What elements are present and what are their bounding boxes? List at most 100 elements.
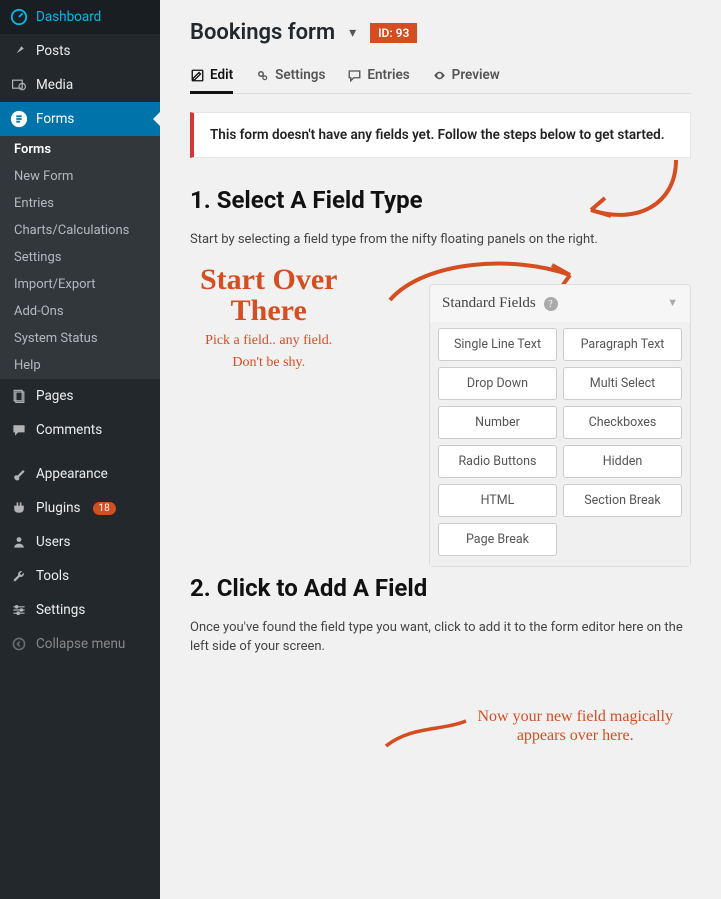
pin-icon xyxy=(10,42,28,60)
sidebar-label: Forms xyxy=(36,111,74,127)
submenu-new-form[interactable]: New Form xyxy=(0,163,160,190)
sidebar-label: Pages xyxy=(36,388,74,404)
update-badge: 18 xyxy=(93,502,116,515)
sidebar-item-pages[interactable]: Pages xyxy=(0,379,160,413)
sidebar-collapse[interactable]: Collapse menu xyxy=(0,627,160,661)
sidebar-label: Dashboard xyxy=(36,9,101,25)
submenu-help[interactable]: Help xyxy=(0,352,160,379)
empty-form-notice: This form doesn't have any fields yet. F… xyxy=(190,112,691,158)
field-checkboxes[interactable]: Checkboxes xyxy=(563,406,682,439)
section-1-title: 1. Select A Field Type xyxy=(190,186,691,214)
comments-icon xyxy=(10,421,28,439)
help-icon[interactable]: ? xyxy=(544,297,558,311)
form-id-badge: ID: 93 xyxy=(370,23,417,43)
sidebar-label: Appearance xyxy=(36,466,108,482)
field-type-hint: Start Over There Pick a field.. any fiel… xyxy=(190,264,691,564)
section-2-text: Once you've found the field type you wan… xyxy=(190,618,691,657)
sidebar-label: Comments xyxy=(36,422,102,438)
sidebar-item-settings[interactable]: Settings xyxy=(0,593,160,627)
hand-arrow-icon xyxy=(381,716,471,756)
field-single-line-text[interactable]: Single Line Text xyxy=(438,328,557,361)
submenu-settings[interactable]: Settings xyxy=(0,244,160,271)
pages-icon xyxy=(10,387,28,405)
sliders-icon xyxy=(10,601,28,619)
brush-icon xyxy=(10,465,28,483)
panel-title: Standard Fields xyxy=(442,295,536,311)
sidebar-item-users[interactable]: Users xyxy=(0,525,160,559)
plugin-icon xyxy=(10,499,28,517)
submenu-forms[interactable]: Forms xyxy=(0,136,160,163)
sidebar-label: Users xyxy=(36,534,70,550)
caret-down-icon: ▼ xyxy=(667,297,678,309)
field-radio-buttons[interactable]: Radio Buttons xyxy=(438,445,557,478)
tab-edit[interactable]: Edit xyxy=(190,61,233,93)
sidebar-label: Media xyxy=(36,77,73,93)
page-title: Bookings form xyxy=(190,20,335,45)
media-icon xyxy=(10,76,28,94)
sidebar-item-posts[interactable]: Posts xyxy=(0,34,160,68)
field-multi-select[interactable]: Multi Select xyxy=(563,367,682,400)
sidebar-label: Posts xyxy=(36,43,70,59)
sidebar-submenu-forms: Forms New Form Entries Charts/Calculatio… xyxy=(0,136,160,379)
hand-text: There xyxy=(200,295,337,327)
eye-icon xyxy=(432,68,447,83)
sidebar-item-forms[interactable]: Forms xyxy=(0,102,160,136)
submenu-system-status[interactable]: System Status xyxy=(0,325,160,352)
sidebar-item-comments[interactable]: Comments xyxy=(0,413,160,447)
users-icon xyxy=(10,533,28,551)
hand-text: appears over here. xyxy=(478,726,674,745)
sidebar-item-dashboard[interactable]: Dashboard xyxy=(0,0,160,34)
notice-text: This form doesn't have any fields yet. F… xyxy=(210,127,665,143)
tab-label: Edit xyxy=(210,67,233,83)
panel-body: Single Line Text Paragraph Text Drop Dow… xyxy=(430,322,690,566)
admin-sidebar: Dashboard Posts Media Forms Forms New Fo… xyxy=(0,0,160,899)
section-2: 2. Click to Add A Field Once you've foun… xyxy=(190,574,691,754)
sidebar-label: Tools xyxy=(36,568,69,584)
sidebar-item-plugins[interactable]: Plugins 18 xyxy=(0,491,160,525)
field-number[interactable]: Number xyxy=(438,406,557,439)
field-page-break[interactable]: Page Break xyxy=(438,523,557,556)
field-html[interactable]: HTML xyxy=(438,484,557,517)
gears-icon xyxy=(255,68,270,83)
sidebar-label: Settings xyxy=(36,602,85,618)
hand-text: Start Over xyxy=(200,264,337,296)
forms-icon xyxy=(10,110,28,128)
tab-label: Settings xyxy=(275,67,325,83)
handwritten-start-over: Start Over There Pick a field.. any fiel… xyxy=(200,264,337,373)
edit-icon xyxy=(190,68,205,83)
tab-settings[interactable]: Settings xyxy=(255,61,325,93)
field-drop-down[interactable]: Drop Down xyxy=(438,367,557,400)
submenu-entries[interactable]: Entries xyxy=(0,190,160,217)
submenu-import-export[interactable]: Import/Export xyxy=(0,271,160,298)
chevron-down-icon[interactable]: ▾ xyxy=(349,25,356,41)
section-1-text: Start by selecting a field type from the… xyxy=(190,230,691,250)
hand-text: Now your new field magically xyxy=(478,707,674,726)
field-hidden[interactable]: Hidden xyxy=(563,445,682,478)
speech-icon xyxy=(347,68,362,83)
wrench-icon xyxy=(10,567,28,585)
form-tabs: Edit Settings Entries Preview xyxy=(190,61,691,94)
hand-text: Pick a field.. any field. xyxy=(200,333,337,350)
tab-label: Preview xyxy=(452,67,500,83)
sidebar-item-appearance[interactable]: Appearance xyxy=(0,457,160,491)
section-2-title: 2. Click to Add A Field xyxy=(190,574,691,602)
main-content: Bookings form ▾ ID: 93 Edit Settings Ent… xyxy=(160,0,721,899)
field-paragraph-text[interactable]: Paragraph Text xyxy=(563,328,682,361)
sidebar-item-media[interactable]: Media xyxy=(0,68,160,102)
submenu-addons[interactable]: Add-Ons xyxy=(0,298,160,325)
tab-label: Entries xyxy=(367,67,409,83)
standard-fields-panel: Standard Fields ? ▼ Single Line Text Par… xyxy=(429,284,691,567)
panel-header[interactable]: Standard Fields ? ▼ xyxy=(430,285,690,322)
sidebar-item-tools[interactable]: Tools xyxy=(0,559,160,593)
tab-preview[interactable]: Preview xyxy=(432,61,500,93)
sidebar-label: Collapse menu xyxy=(36,636,125,652)
field-section-break[interactable]: Section Break xyxy=(563,484,682,517)
submenu-charts[interactable]: Charts/Calculations xyxy=(0,217,160,244)
tab-entries[interactable]: Entries xyxy=(347,61,409,93)
handwritten-field-appears: Now your new field magically appears ove… xyxy=(478,707,674,745)
dashboard-icon xyxy=(10,8,28,26)
collapse-icon xyxy=(10,635,28,653)
hand-text: Don't be shy. xyxy=(200,355,337,372)
page-header: Bookings form ▾ ID: 93 xyxy=(190,20,691,45)
sidebar-label: Plugins xyxy=(36,500,81,516)
